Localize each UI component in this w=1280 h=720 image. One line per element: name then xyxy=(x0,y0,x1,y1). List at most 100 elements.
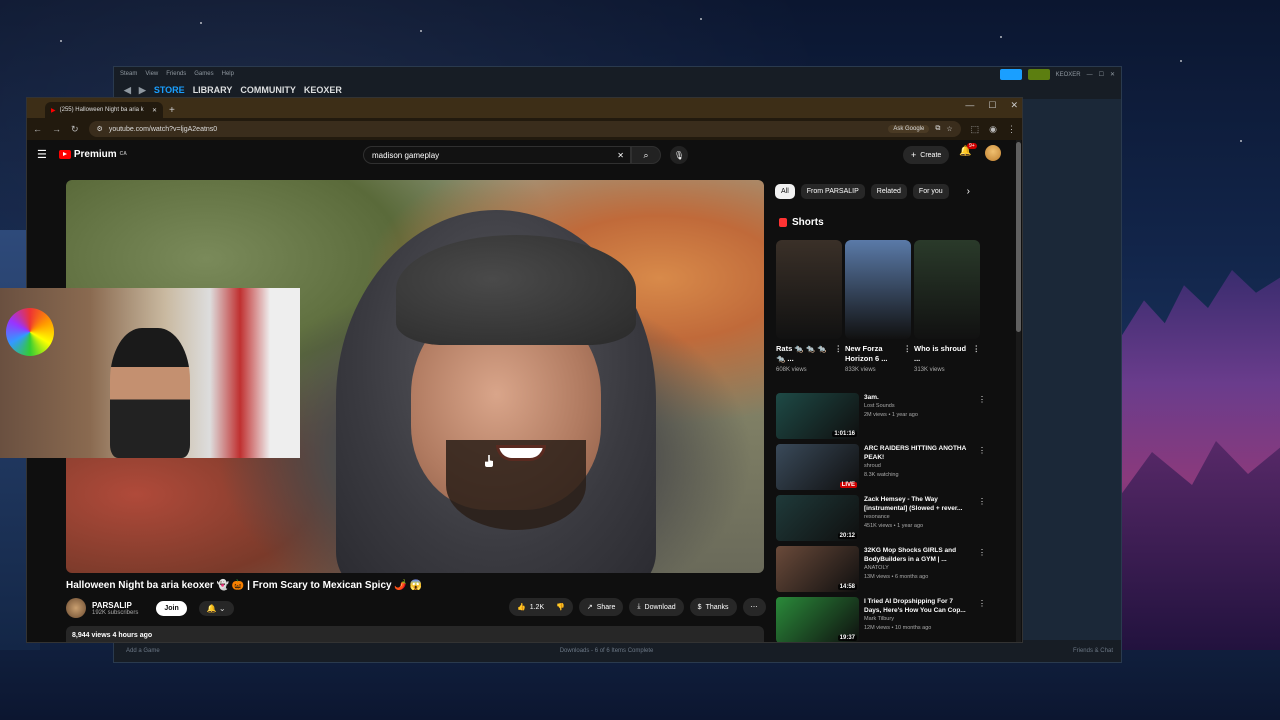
menu-kebab-icon[interactable]: ⋮ xyxy=(1007,124,1016,135)
nav-community[interactable]: COMMUNITY xyxy=(240,85,296,95)
prize-wheel-icon xyxy=(6,308,54,356)
channel-name[interactable]: PARSALIP xyxy=(92,601,138,610)
recommendation-item[interactable]: 14:58 32KG Mop Shocks GIRLS and BodyBuil… xyxy=(776,546,986,597)
nav-store[interactable]: STORE xyxy=(154,85,185,95)
short-item[interactable]: Rats 🐀 🐀 🐀 🐀 ... ⋮ 608K views xyxy=(776,240,842,373)
scrollbar-thumb[interactable] xyxy=(1016,142,1021,332)
short-thumbnail[interactable] xyxy=(845,240,911,339)
steam-menu-friends[interactable]: Friends xyxy=(166,71,186,77)
rec-menu-icon[interactable]: ⋮ xyxy=(978,446,986,455)
chip-all[interactable]: All xyxy=(775,184,795,199)
friends-chat-button[interactable]: Friends & Chat xyxy=(1073,648,1113,654)
join-button[interactable]: Join xyxy=(156,600,187,616)
chevron-right-icon[interactable]: › xyxy=(967,186,970,197)
voice-search-button[interactable]: 🎙 xyxy=(670,146,688,164)
recommendation-item[interactable]: LIVE ARC RAIDERS HITTING ANOTHA PEAK! sh… xyxy=(776,444,986,495)
short-title[interactable]: Who is shroud ... ⋮ xyxy=(914,344,980,364)
account-avatar[interactable] xyxy=(985,145,1001,161)
minimize-icon[interactable]: — xyxy=(965,100,974,111)
nav-user[interactable]: KEOXER xyxy=(304,85,342,95)
short-menu-icon[interactable]: ⋮ xyxy=(904,344,912,354)
short-item[interactable]: Who is shroud ... ⋮ 313K views xyxy=(914,240,980,373)
steam-menu-view[interactable]: View xyxy=(145,71,158,77)
short-thumbnail[interactable] xyxy=(776,240,842,339)
new-tab-icon[interactable]: + xyxy=(169,105,175,116)
rec-thumbnail[interactable]: 20:12 xyxy=(776,495,859,541)
rec-title[interactable]: 32KG Mop Shocks GIRLS and BodyBuilders i… xyxy=(864,546,969,564)
notifications-button[interactable] xyxy=(1027,69,1050,80)
create-button[interactable]: + Create xyxy=(903,146,950,164)
rec-title[interactable]: ARC RAIDERS HITTING ANOTHA PEAK! xyxy=(864,444,969,462)
close-icon[interactable]: ✕ xyxy=(1110,71,1115,78)
rec-channel[interactable]: Mark Tilbury xyxy=(864,615,969,624)
add-game-button[interactable]: Add a Game xyxy=(126,648,160,654)
rec-channel[interactable]: resonance xyxy=(864,513,969,522)
rec-thumbnail[interactable]: 14:58 xyxy=(776,546,859,592)
share-button[interactable]: ↗ Share xyxy=(578,598,624,616)
nav-library[interactable]: LIBRARY xyxy=(193,85,233,95)
steam-menu-help[interactable]: Help xyxy=(222,71,234,77)
steam-menu-steam[interactable]: Steam xyxy=(120,71,137,77)
thanks-button[interactable]: $ Thanks xyxy=(689,598,737,616)
rec-menu-icon[interactable]: ⋮ xyxy=(978,497,986,506)
recommendation-item[interactable]: 19:37 I Tried AI Dropshipping For 7 Days… xyxy=(776,597,986,642)
short-menu-icon[interactable]: ⋮ xyxy=(973,344,981,354)
recommendation-item[interactable]: 1:01:16 3am. Lost Sounds 2M views • 1 ye… xyxy=(776,393,986,444)
back-arrow-icon[interactable]: ◀ xyxy=(124,85,131,96)
rec-title[interactable]: I Tried AI Dropshipping For 7 Days, Here… xyxy=(864,597,969,615)
rec-channel[interactable]: Lost Sounds xyxy=(864,402,969,411)
more-actions-button[interactable]: ⋯ xyxy=(742,598,766,616)
rec-menu-icon[interactable]: ⋮ xyxy=(978,599,986,608)
maximize-icon[interactable]: ☐ xyxy=(988,100,996,111)
rec-menu-icon[interactable]: ⋮ xyxy=(978,395,986,404)
maximize-icon[interactable]: ☐ xyxy=(1099,71,1104,78)
clear-search-icon[interactable]: ✕ xyxy=(617,151,624,160)
rec-channel[interactable]: shroud xyxy=(864,462,969,471)
chip-for-you[interactable]: For you xyxy=(912,184,949,199)
chip-related[interactable]: Related xyxy=(870,184,907,199)
description-box[interactable]: 8,944 views 4 hours ago xyxy=(66,626,764,642)
back-icon[interactable]: ← xyxy=(33,124,42,134)
minimize-icon[interactable]: — xyxy=(1087,72,1093,78)
reload-icon[interactable]: ↻ xyxy=(71,124,79,135)
rec-thumbnail[interactable]: 19:37 xyxy=(776,597,859,642)
subscription-bell-button[interactable]: 🔔 ⌄ xyxy=(198,600,234,616)
thumbs-down-icon[interactable]: 👎 xyxy=(556,603,565,611)
search-input[interactable]: madison gameplay ✕ xyxy=(363,146,631,164)
short-title[interactable]: Rats 🐀 🐀 🐀 🐀 ... ⋮ xyxy=(776,344,842,364)
search-button[interactable]: ⌕ xyxy=(631,146,661,164)
announcements-button[interactable] xyxy=(999,69,1022,80)
rec-thumbnail[interactable]: 1:01:16 xyxy=(776,393,859,439)
short-thumbnail[interactable] xyxy=(914,240,980,339)
close-icon[interactable]: ✕ xyxy=(1010,100,1018,111)
forward-arrow-icon[interactable]: ▶ xyxy=(139,85,146,96)
short-title[interactable]: New Forza Horizon 6 ... ⋮ xyxy=(845,344,911,364)
bookmark-star-icon[interactable]: ☆ xyxy=(946,125,952,133)
ask-google-button[interactable]: Ask Google xyxy=(888,125,930,133)
rec-title[interactable]: 3am. xyxy=(864,393,969,402)
download-button[interactable]: ⤓ Download xyxy=(629,598,684,616)
browser-tab[interactable]: ▶ (255) Halloween Night ba aria k ✕ xyxy=(45,102,163,118)
downloads-status[interactable]: Downloads - 6 of 6 Items Complete xyxy=(560,648,654,654)
channel-avatar[interactable] xyxy=(66,598,86,618)
recommendation-item[interactable]: 20:12 Zack Hemsey - The Way [instrumenta… xyxy=(776,495,986,546)
short-menu-icon[interactable]: ⋮ xyxy=(835,344,843,354)
rec-channel[interactable]: ANATOLY xyxy=(864,564,969,573)
tab-close-icon[interactable]: ✕ xyxy=(152,107,157,114)
forward-icon[interactable]: → xyxy=(52,124,61,134)
rec-title[interactable]: Zack Hemsey - The Way [instrumental] (Sl… xyxy=(864,495,969,513)
extensions-icon[interactable]: ⬚ xyxy=(971,124,980,135)
youtube-logo[interactable]: Premium CA xyxy=(58,149,127,160)
steam-menu-games[interactable]: Games xyxy=(194,71,213,77)
like-button[interactable]: 👍 1.2K 👎 xyxy=(509,598,573,616)
install-icon[interactable]: ⧉ xyxy=(935,125,940,133)
rec-thumbnail[interactable]: LIVE xyxy=(776,444,859,490)
rec-menu-icon[interactable]: ⋮ xyxy=(978,548,986,557)
url-field[interactable]: ⚙ youtube.com/watch?v=ljgA2eatns0 Ask Go… xyxy=(88,121,961,137)
steam-username[interactable]: KEOXER xyxy=(1056,72,1081,78)
site-info-icon[interactable]: ⚙ xyxy=(97,125,103,133)
short-item[interactable]: New Forza Horizon 6 ... ⋮ 833K views xyxy=(845,240,911,373)
chip-from-channel[interactable]: From PARSALIP xyxy=(800,184,865,199)
hamburger-menu-icon[interactable]: ☰ xyxy=(37,148,47,161)
profile-icon[interactable]: ◉ xyxy=(989,124,997,135)
